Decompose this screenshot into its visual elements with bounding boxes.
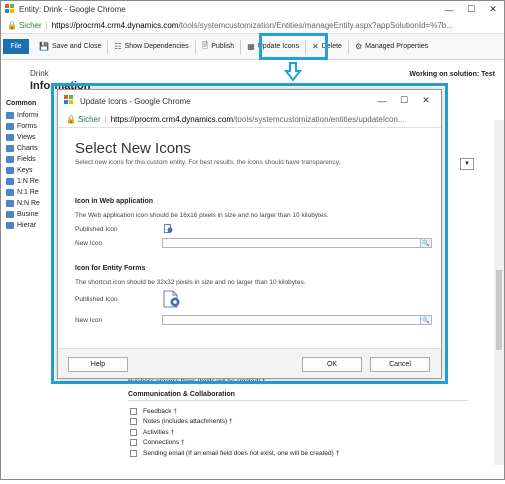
close-icon[interactable]: ✕ bbox=[415, 92, 437, 109]
close-icon[interactable]: ✕ bbox=[482, 1, 504, 18]
entity-name: Drink bbox=[30, 69, 49, 78]
charts-icon bbox=[6, 145, 14, 152]
forms-icon-description: The shortcut icon should be 32x32 pixels… bbox=[75, 279, 306, 286]
lock-icon: 🔒 bbox=[66, 115, 76, 124]
dialog-url: https://procrm.crm4.dynamics.com/tools/s… bbox=[110, 115, 405, 124]
nav-item-charts[interactable]: Charts bbox=[6, 143, 56, 154]
managed-properties-icon: ⚙ bbox=[354, 42, 363, 51]
help-button[interactable]: Help bbox=[68, 357, 128, 372]
window-title-bar: Entity: Drink - Google Chrome bbox=[1, 1, 504, 18]
address-bar[interactable]: 🔒 Sicher | https://procrm4.crm4.dynamics… bbox=[1, 18, 504, 34]
window-title: Entity: Drink - Google Chrome bbox=[19, 5, 126, 14]
secure-label: Sicher bbox=[77, 115, 101, 124]
keys-icon bbox=[6, 167, 14, 174]
dialog-body: Select New Icons Select new icons for th… bbox=[58, 128, 441, 348]
forms-published-icon-label: Published Icon bbox=[75, 296, 118, 303]
web-icon-description: The Web application icon should be 16x16… bbox=[75, 212, 329, 219]
web-new-icon-label: New Icon bbox=[75, 240, 103, 247]
page-scrollbar[interactable] bbox=[494, 120, 504, 465]
activities-checkbox[interactable]: Activities † bbox=[130, 427, 488, 438]
minimize-icon[interactable]: — bbox=[438, 1, 460, 18]
information-icon bbox=[6, 112, 14, 119]
maximize-icon[interactable]: ☐ bbox=[460, 1, 482, 18]
nav-item-information[interactable]: Informi bbox=[6, 110, 56, 121]
web-new-icon-input[interactable]: 🔍 bbox=[162, 238, 432, 248]
sending-email-checkbox[interactable]: Sending email (If an email field does no… bbox=[130, 448, 488, 459]
update-icons-icon: ▦ bbox=[247, 42, 255, 51]
nav-header: Common bbox=[6, 100, 37, 107]
business-rules-icon bbox=[6, 211, 14, 218]
managed-properties-button[interactable]: ⚙ Managed Properties bbox=[351, 38, 432, 56]
cancel-button[interactable]: Cancel bbox=[370, 357, 430, 372]
crm-logo-icon bbox=[64, 95, 74, 107]
hierarchy-icon bbox=[6, 222, 14, 229]
url-text: https://procrm4.crm4.dynamics.com/tools/… bbox=[51, 21, 453, 30]
publish-button[interactable]: 🗎 Publish bbox=[198, 38, 238, 56]
published-large-icon bbox=[163, 290, 181, 308]
minimize-icon[interactable]: — bbox=[371, 92, 393, 109]
down-arrow-icon bbox=[283, 62, 303, 84]
nav-item-views[interactable]: Views bbox=[6, 132, 56, 143]
nav-item-nn[interactable]: N:N Re bbox=[6, 198, 56, 209]
web-published-icon-label: Published Icon bbox=[75, 226, 118, 233]
working-solution-label: Working on solution: Test bbox=[409, 71, 495, 78]
forms-new-icon-label: New Icon bbox=[75, 317, 103, 324]
dialog-window-controls: — ☐ ✕ bbox=[371, 92, 437, 109]
ok-button[interactable]: OK bbox=[302, 357, 362, 372]
dialog-heading: Select New Icons bbox=[75, 140, 191, 157]
forms-icon-section-title: Icon for Entity Forms bbox=[75, 265, 146, 272]
communication-section-title: Communication & Collaboration bbox=[128, 391, 235, 398]
notes-checkbox[interactable]: Notes (includes attachments) † bbox=[130, 417, 488, 428]
window-controls: — ☐ ✕ bbox=[438, 1, 504, 18]
save-icon: 💾 bbox=[39, 42, 49, 51]
lock-icon: 🔒 bbox=[7, 21, 17, 30]
browse-icon[interactable]: 🔍 bbox=[420, 239, 431, 247]
dialog-title: Update Icons - Google Chrome bbox=[80, 96, 191, 106]
fields-icon bbox=[6, 156, 14, 163]
connections-checkbox[interactable]: Connections † bbox=[130, 438, 488, 449]
dialog-footer: Help OK Cancel bbox=[58, 348, 441, 378]
save-close-button[interactable]: 💾 Save and Close bbox=[35, 38, 105, 56]
views-icon bbox=[6, 134, 14, 141]
secure-label: Sicher bbox=[18, 21, 42, 30]
feedback-checkbox[interactable]: Feedback † bbox=[130, 406, 488, 417]
nav-item-hierarchy[interactable]: Hierar bbox=[6, 220, 56, 231]
published-small-icon bbox=[164, 224, 173, 233]
dropdown-arrow-icon[interactable]: ▼ bbox=[460, 158, 474, 170]
left-navigation: Common Informi Forms Views Charts Fields… bbox=[6, 100, 56, 231]
show-dependencies-button[interactable]: ☷ Show Dependencies bbox=[110, 38, 192, 56]
web-icon-section-title: Icon in Web application bbox=[75, 198, 154, 205]
scrollbar-thumb[interactable] bbox=[496, 270, 502, 350]
relationship-icon bbox=[6, 200, 14, 207]
command-ribbon: File 💾 Save and Close ☷ Show Dependencies … bbox=[1, 34, 504, 60]
dependencies-icon: ☷ bbox=[114, 42, 122, 51]
nav-item-n1[interactable]: N:1 Re bbox=[6, 187, 56, 198]
crm-logo-icon bbox=[5, 3, 15, 16]
browse-icon[interactable]: 🔍 bbox=[420, 316, 431, 324]
publish-icon: 🗎 bbox=[201, 40, 209, 50]
entity-options: Business process flows (fields will be c… bbox=[128, 378, 488, 459]
update-icons-dialog: Update Icons - Google Chrome — ☐ ✕ 🔒 Sic… bbox=[57, 89, 442, 379]
maximize-icon[interactable]: ☐ bbox=[393, 92, 415, 109]
nav-item-keys[interactable]: Keys bbox=[6, 165, 56, 176]
forms-icon bbox=[6, 123, 14, 130]
nav-item-1n[interactable]: 1:N Re bbox=[6, 176, 56, 187]
nav-item-forms[interactable]: Forms bbox=[6, 121, 56, 132]
nav-item-business[interactable]: Busine bbox=[6, 209, 56, 220]
forms-new-icon-input[interactable]: 🔍 bbox=[162, 315, 432, 325]
dialog-subtitle: Select new icons for this custom entity.… bbox=[75, 159, 341, 166]
relationship-icon bbox=[6, 178, 14, 185]
relationship-icon bbox=[6, 189, 14, 196]
update-icons-highlight bbox=[259, 33, 328, 60]
dialog-address-bar[interactable]: 🔒 Sicher | https://procrm.crm4.dynamics.… bbox=[58, 112, 441, 128]
file-button[interactable]: File bbox=[3, 39, 29, 54]
nav-item-fields[interactable]: Fields bbox=[6, 154, 56, 165]
